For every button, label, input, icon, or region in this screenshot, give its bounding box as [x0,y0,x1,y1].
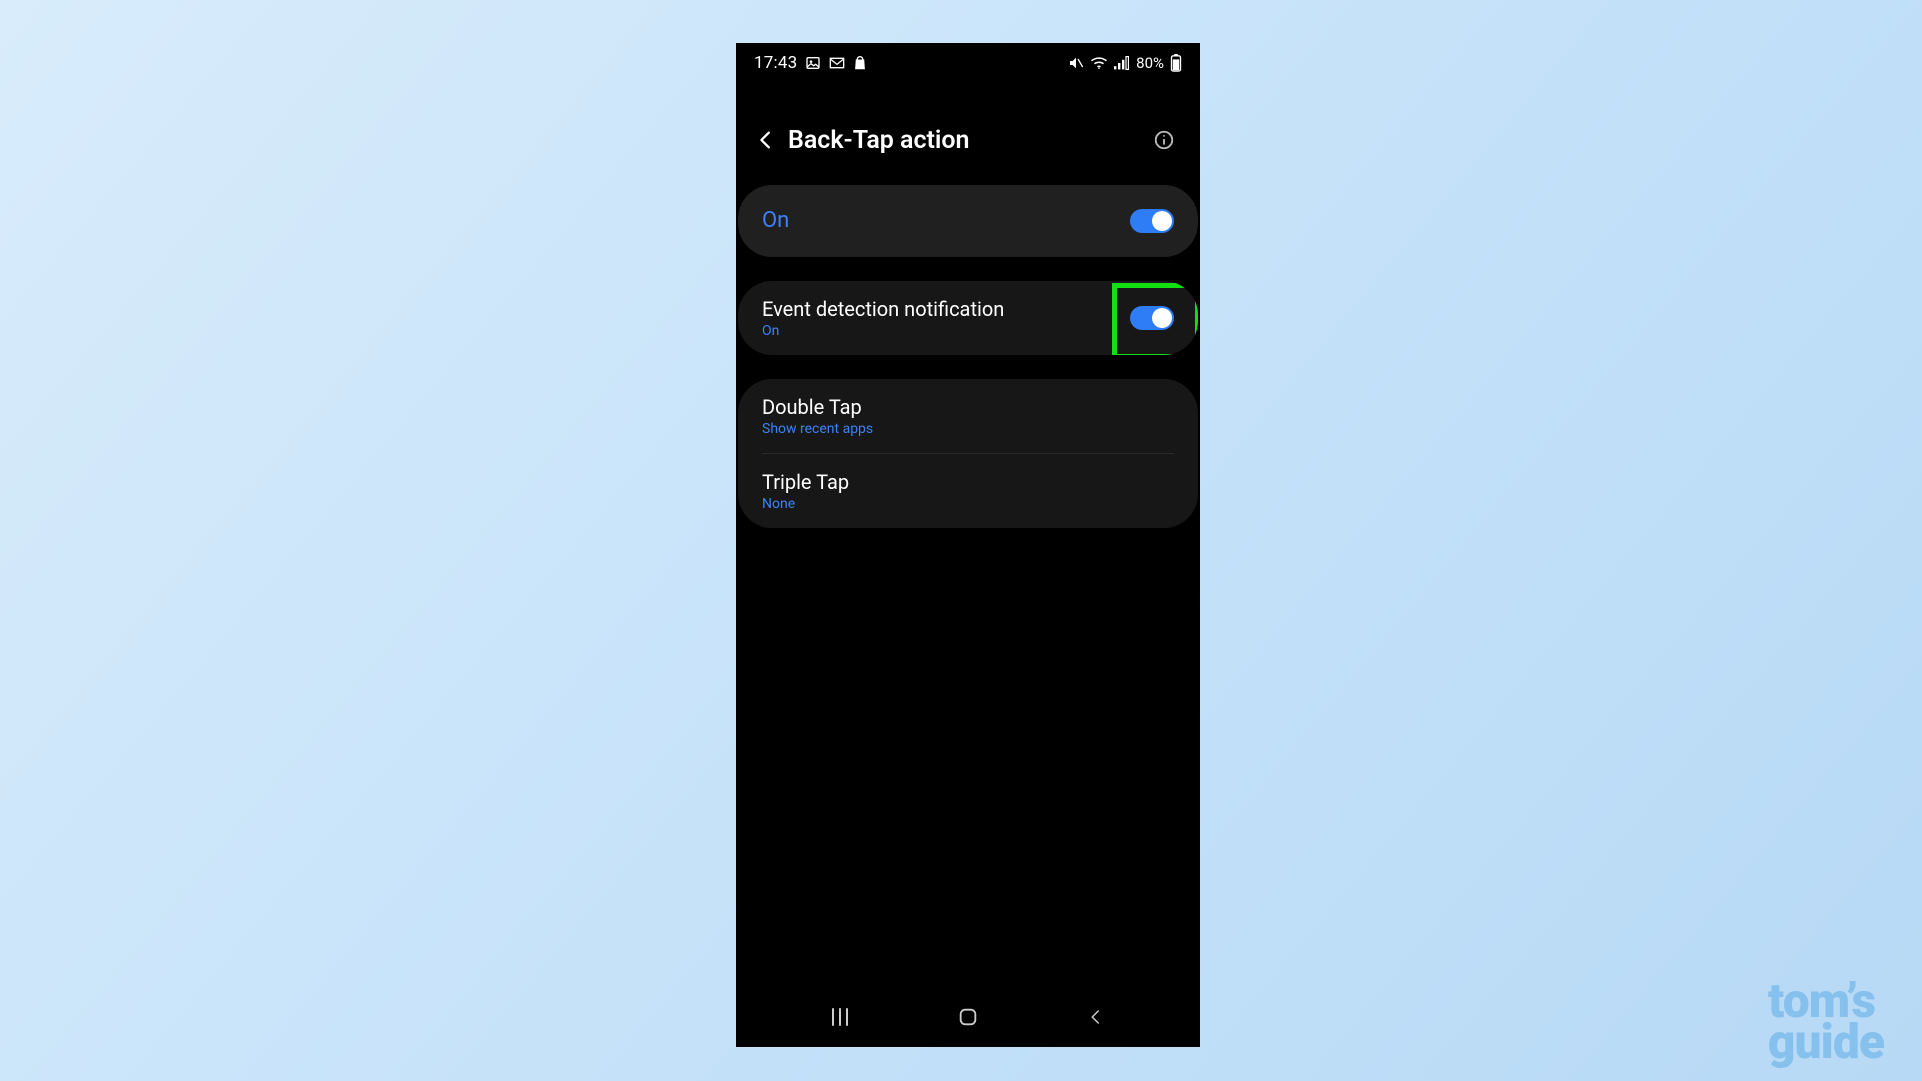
event-detection-row[interactable]: Event detection notification On [738,281,1198,355]
mute-icon [1068,56,1084,70]
nav-recents-button[interactable] [810,997,870,1037]
watermark-line2: guide [1768,1022,1884,1063]
tap-actions-card: Double Tap Show recent apps Triple Tap N… [738,379,1198,528]
status-time: 17:43 [754,53,797,73]
phone-screen: 17:43 [736,43,1200,1047]
status-right: 80% [1068,54,1182,72]
stage: 17:43 [0,0,1922,1081]
image-icon [805,55,821,71]
master-toggle-card: On [738,185,1198,257]
battery-percent: 80% [1136,54,1164,72]
battery-icon [1170,54,1182,72]
signal-icon [1114,56,1130,70]
navigation-bar [736,987,1200,1047]
double-tap-row[interactable]: Double Tap Show recent apps [738,379,1198,453]
wifi-icon [1090,56,1108,70]
status-left: 17:43 [754,53,867,73]
back-button[interactable] [746,120,786,160]
event-detection-title: Event detection notification [762,297,1004,321]
event-detection-switch[interactable] [1130,306,1174,330]
shopping-bag-icon [853,55,867,71]
gmail-icon [829,57,845,69]
watermark-logo: tom’s guide [1768,981,1884,1063]
master-toggle-row[interactable]: On [738,185,1198,257]
event-detection-card: Event detection notification On [738,281,1198,355]
nav-back-button[interactable] [1066,997,1126,1037]
triple-tap-sub: None [762,496,849,512]
triple-tap-title: Triple Tap [762,470,849,494]
master-toggle-switch[interactable] [1130,209,1174,233]
event-detection-sub: On [762,323,1004,339]
triple-tap-row[interactable]: Triple Tap None [738,454,1198,528]
page-title: Back-Tap action [788,126,970,155]
double-tap-title: Double Tap [762,395,873,419]
status-bar: 17:43 [736,43,1200,83]
nav-home-button[interactable] [938,997,998,1037]
double-tap-sub: Show recent apps [762,421,873,437]
master-toggle-label: On [762,208,789,234]
info-button[interactable] [1144,120,1184,160]
page-header: Back-Tap action [736,107,1200,169]
